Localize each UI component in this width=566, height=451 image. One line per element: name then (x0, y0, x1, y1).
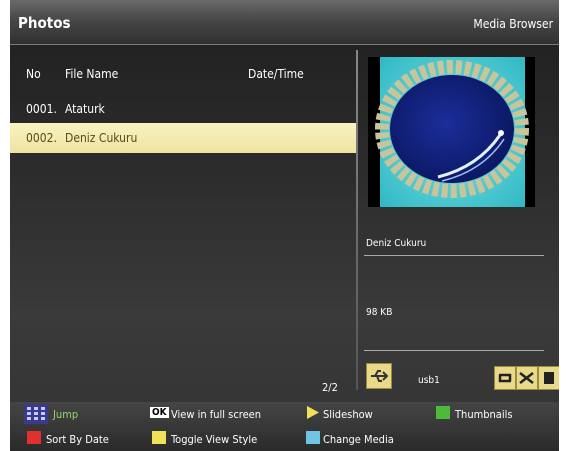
preview-file-size: 98 KB (366, 307, 393, 318)
column-header-no: No (26, 67, 41, 81)
repeat-icon[interactable] (494, 366, 516, 390)
red-key-icon (27, 431, 41, 444)
legend-thumbnails: Thumbnails (455, 408, 513, 421)
media-device-label: usb1 (418, 375, 440, 386)
legend-toggle-view-style: Toggle View Style (171, 433, 258, 446)
divider-line (364, 350, 544, 351)
list-item[interactable]: 0001. Ataturk (10, 94, 356, 124)
photo-thumbnail-image (375, 57, 529, 207)
legend-jump: Jump (53, 408, 79, 421)
ok-key-icon: OK (150, 407, 169, 418)
divider-line (364, 255, 544, 256)
legend-slideshow: Slideshow (323, 408, 373, 421)
play-icon (307, 406, 319, 419)
legend-change-media: Change Media (323, 433, 394, 446)
column-header-date-time: Date/Time (248, 67, 304, 81)
green-key-icon (436, 406, 450, 419)
page-title: Photos (18, 14, 71, 32)
title-bar: Photos Media Browser (10, 0, 559, 45)
preview-panel: Deniz Cukuru 98 KB usb1 (358, 45, 559, 395)
list-item-name: Ataturk (65, 102, 105, 116)
yellow-key-icon (152, 431, 166, 444)
shuffle-icon[interactable] (516, 366, 538, 390)
preview-file-name: Deniz Cukuru (366, 238, 427, 249)
list-item-no: 0002. (26, 131, 57, 145)
photo-thumbnail (368, 57, 535, 207)
list-item-name: Deniz Cukuru (65, 131, 138, 145)
key-legend-bar: Jump OK View in full screen Slideshow Th… (10, 402, 559, 451)
list-item-selected[interactable]: 0002. Deniz Cukuru (10, 123, 356, 153)
file-list-panel: No File Name Date/Time 0001. Ataturk 000… (10, 45, 356, 395)
media-browser-screen: Photos Media Browser No File Name Date/T… (10, 0, 559, 451)
number-keys-icon (24, 404, 48, 424)
stop-icon[interactable] (538, 366, 559, 390)
column-header-file-name: File Name (65, 67, 119, 81)
blue-key-icon (306, 431, 320, 444)
legend-sort-by-date: Sort By Date (46, 433, 109, 446)
usb-icon[interactable] (366, 363, 392, 389)
list-item-no: 0001. (26, 102, 57, 116)
app-name: Media Browser (473, 17, 553, 31)
page-indicator: 2/2 (322, 381, 338, 394)
legend-view-full-screen: View in full screen (171, 408, 262, 421)
